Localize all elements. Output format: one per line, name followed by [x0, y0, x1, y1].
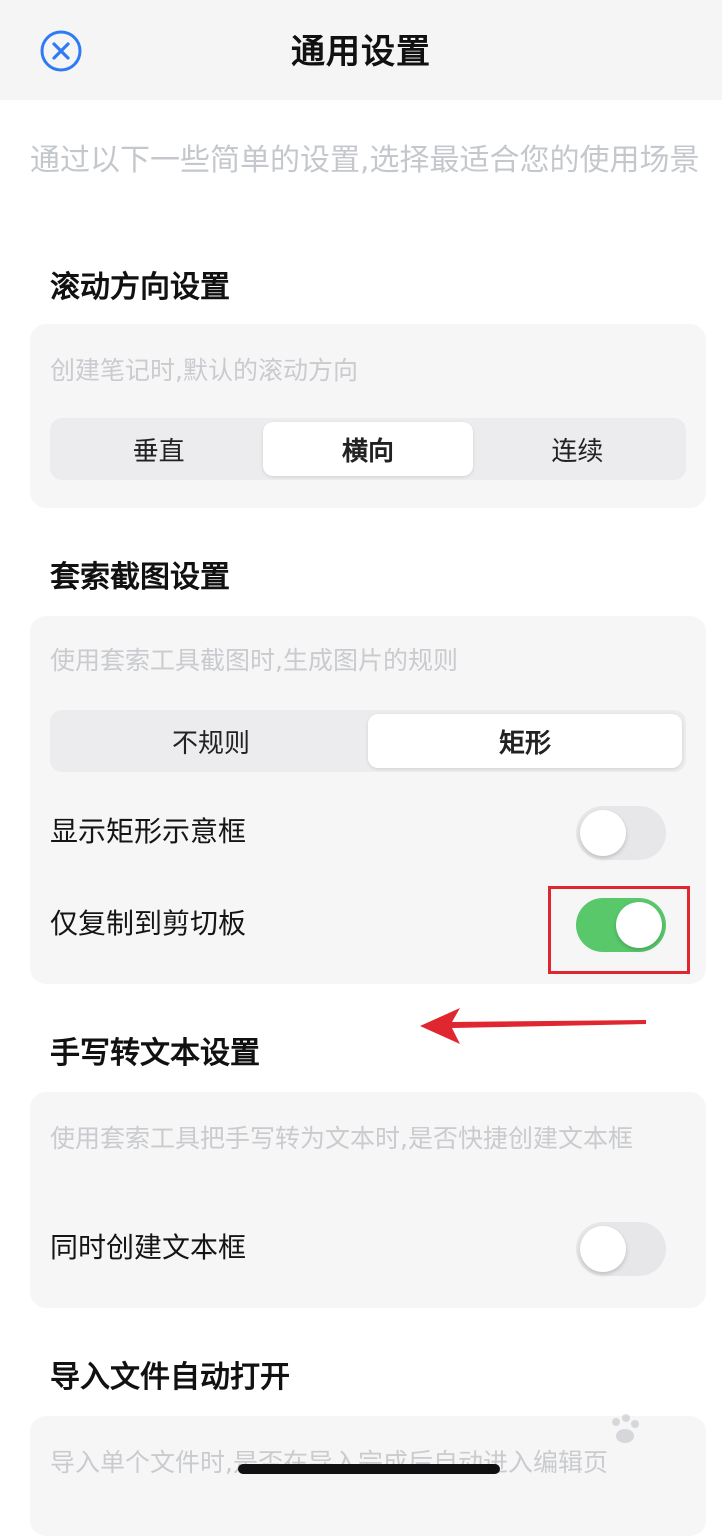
page-title: 通用设置 [291, 32, 431, 72]
segment-irregular[interactable]: 不规则 [54, 714, 368, 768]
handwriting-settings-card: 使用套索工具把手写转为文本时,是否快捷创建文本框 同时创建文本框 [30, 1092, 706, 1308]
show-rect-frame-toggle[interactable] [576, 806, 666, 860]
toggle-knob [580, 1226, 626, 1272]
lasso-shape-segmented-control: 不规则 矩形 [50, 710, 686, 772]
segment-continuous[interactable]: 连续 [473, 422, 682, 476]
lasso-description: 使用套索工具截图时,生成图片的规则 [50, 646, 458, 675]
segment-rectangle[interactable]: 矩形 [368, 714, 682, 768]
annotation-highlight-box [548, 886, 690, 974]
navigation-header: 通用设置 [0, 0, 722, 100]
handwriting-description: 使用套索工具把手写转为文本时,是否快捷创建文本框 [50, 1124, 633, 1153]
scroll-settings-card: 创建笔记时,默认的滚动方向 垂直 横向 连续 [30, 324, 706, 508]
create-textbox-toggle[interactable] [576, 1222, 666, 1276]
home-indicator[interactable] [238, 1464, 500, 1474]
toggle-knob [580, 810, 626, 856]
scroll-description: 创建笔记时,默认的滚动方向 [50, 356, 358, 385]
handwriting-section-title: 手写转文本设置 [50, 1036, 260, 1071]
paw-logo-icon [612, 1414, 639, 1443]
scroll-section-title: 滚动方向设置 [50, 270, 230, 305]
intro-text: 通过以下一些简单的设置,选择最适合您的使用场景 [30, 143, 700, 178]
baidu-jingyan-watermark [556, 1412, 706, 1468]
segment-horizontal[interactable]: 横向 [263, 422, 473, 476]
show-rect-frame-label: 显示矩形示意框 [50, 815, 247, 848]
lasso-section-title: 套索截图设置 [50, 560, 230, 595]
copy-to-clipboard-label: 仅复制到剪切板 [50, 907, 247, 940]
annotation-arrow-icon [420, 1008, 646, 1044]
create-textbox-label: 同时创建文本框 [50, 1231, 247, 1264]
import-section-title: 导入文件自动打开 [50, 1360, 290, 1395]
segment-vertical[interactable]: 垂直 [54, 422, 263, 476]
scroll-direction-segmented-control: 垂直 横向 连续 [50, 418, 686, 480]
